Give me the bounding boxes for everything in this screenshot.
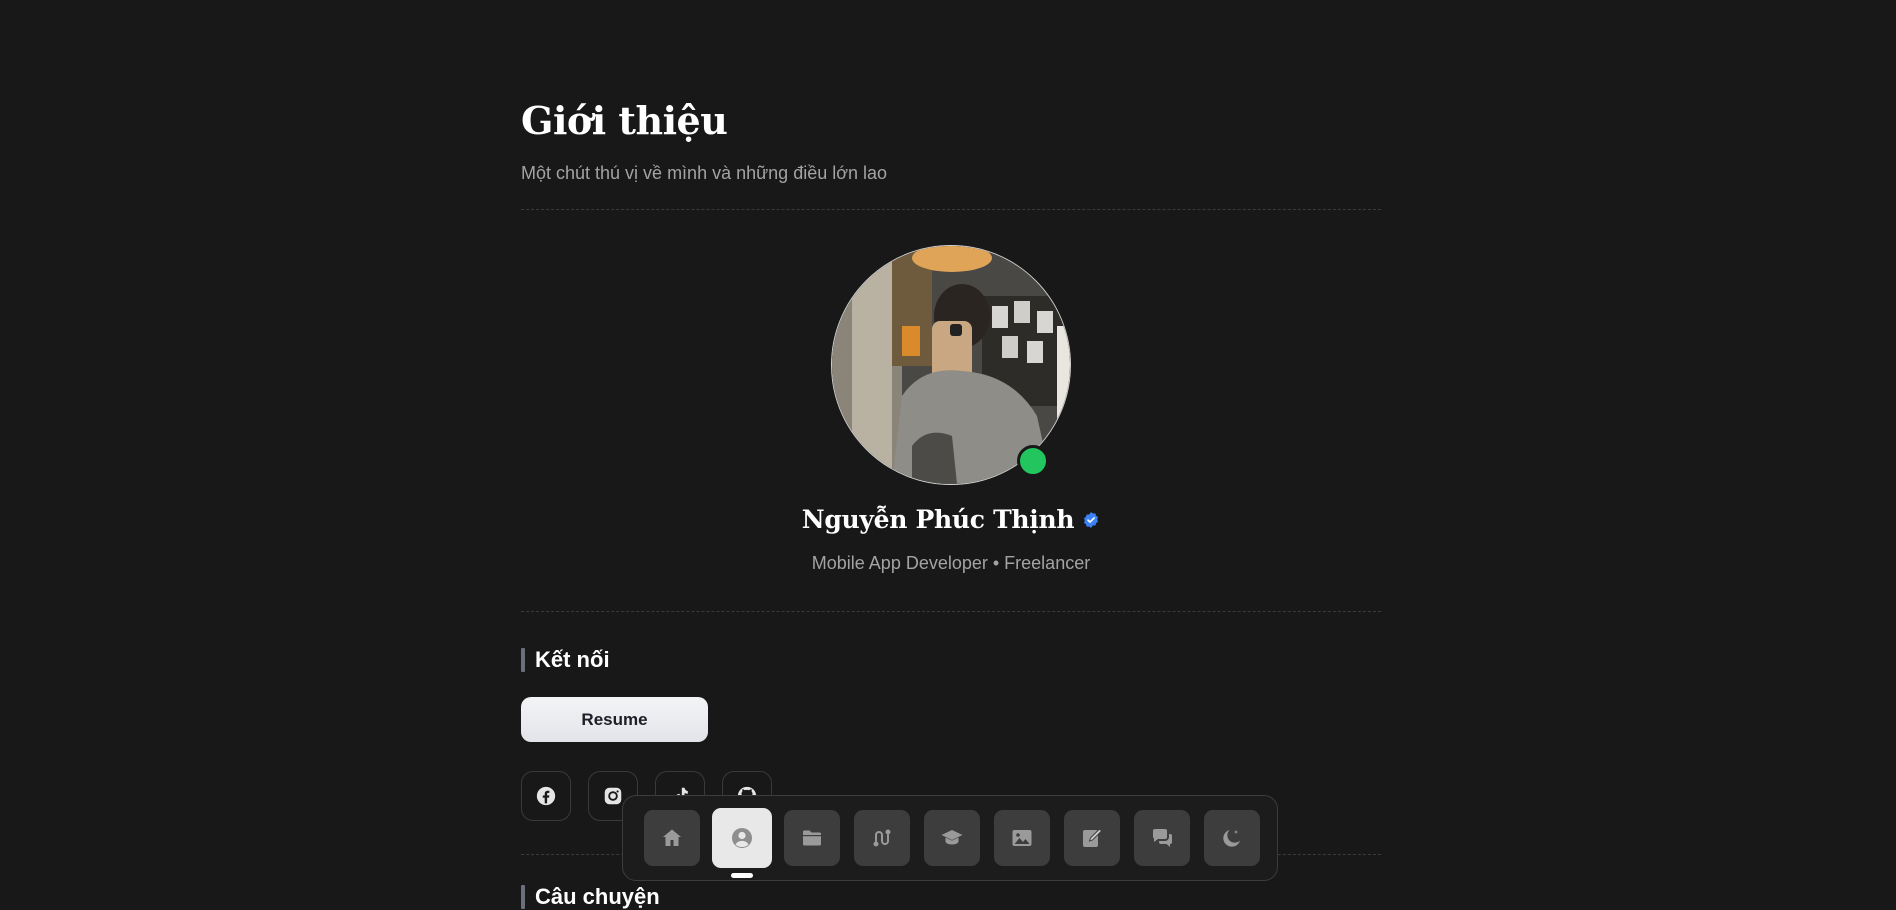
about-page: Giới thiệu Một chút thú vị về mình và nh… [521,0,1381,910]
edit-icon [1083,828,1103,847]
section-title: Câu chuyện [535,884,660,909]
home-icon [663,829,681,846]
profile-name-row: Nguyễn Phúc Thịnh [521,505,1381,534]
bottom-dock [622,795,1278,881]
divider [521,209,1381,210]
section-title: Kết nối [535,647,610,672]
dock-item-home[interactable] [644,810,700,866]
divider [521,611,1381,612]
instagram-icon [604,787,622,805]
active-tab-indicator [731,873,753,878]
graduation-cap-icon [941,830,963,845]
profile-role: Mobile App Developer • Freelancer [811,553,1091,573]
chat-icon [1153,829,1172,847]
profile-name: Nguyễn Phúc Thịnh [801,505,1075,534]
moon-icon [1223,830,1240,847]
dock-item-journey[interactable] [854,810,910,866]
image-icon [1012,830,1032,846]
dock-item-gallery[interactable] [994,810,1050,866]
verified-badge-icon [1082,511,1100,529]
section-accent-bar [521,648,525,672]
section-accent-bar [521,885,525,909]
dock-item-blog[interactable] [1064,810,1120,866]
section-heading-story: Câu chuyện [521,884,660,910]
online-status-dot [1017,445,1049,477]
user-icon [732,828,752,848]
route-icon [873,829,891,847]
resume-button[interactable]: Resume [521,697,708,742]
profile-avatar [831,245,1071,485]
dock-item-guestbook[interactable] [1134,810,1190,866]
dock-item-theme-toggle[interactable] [1204,810,1260,866]
dock-item-projects[interactable] [784,810,840,866]
page-title: Giới thiệu [521,98,728,143]
folder-icon [803,830,821,846]
facebook-icon [536,786,556,806]
dock-item-education[interactable] [924,810,980,866]
dock-item-about[interactable] [712,808,772,868]
page-subtitle: Một chút thú vị về mình và những điều lớ… [521,163,888,183]
facebook-link[interactable] [521,771,571,821]
section-heading-connect: Kết nối [521,647,610,673]
